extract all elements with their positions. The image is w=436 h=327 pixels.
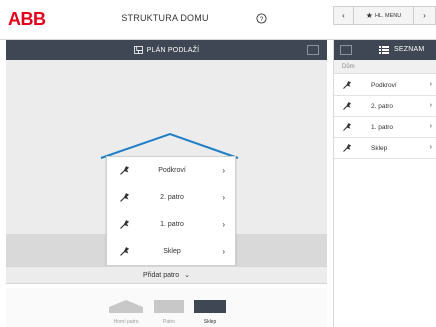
- wrench-icon: [343, 81, 351, 89]
- floor-item-sklep[interactable]: Sklep ›: [107, 238, 235, 265]
- wrench-icon: [120, 193, 129, 202]
- top-navigation: ‹ ★ HL. MENU ›: [333, 6, 436, 25]
- floor-item-label: 2. patro: [160, 194, 184, 201]
- upper-floor-thumbnail[interactable]: [109, 299, 143, 313]
- chevron-right-icon: ›: [429, 123, 432, 130]
- svg-text:?: ?: [260, 16, 264, 23]
- back-button[interactable]: [340, 45, 352, 55]
- chevron-right-icon: ›: [222, 193, 225, 202]
- list-item-label: Podkroví: [371, 82, 397, 89]
- floor-plan-canvas: Podkroví › 2. patro › 1. patro › Sklep ›: [6, 60, 327, 266]
- list-item-label: 1. patro: [371, 124, 394, 131]
- basement-thumbnail[interactable]: [194, 299, 226, 313]
- chevron-down-icon: ⌄: [184, 272, 191, 279]
- thumbnail-label-active: Sklep: [203, 319, 217, 325]
- collapse-button[interactable]: [307, 45, 319, 55]
- floor-menu: Podkroví › 2. patro › 1. patro › Sklep ›: [106, 156, 236, 266]
- breadcrumb: Dům: [334, 60, 436, 74]
- wrench-icon: [120, 220, 129, 229]
- floor-thumbnail-strip: Horní patro Patro Sklep: [6, 288, 327, 327]
- list-item-label: Sklep: [371, 145, 388, 152]
- top-bar: ABB STRUKTURA DOMU ? ‹ ★ HL. MENU ›: [0, 0, 436, 40]
- wrench-icon: [343, 123, 351, 131]
- wrench-icon: [343, 102, 351, 110]
- floor-item-podkrovi[interactable]: Podkroví ›: [107, 157, 235, 184]
- floor-item-label: Sklep: [163, 248, 181, 255]
- floor-plan-header: PLÁN PODLAŽÍ: [6, 40, 327, 60]
- chevron-right-icon: ›: [429, 144, 432, 151]
- floor-plan-icon: [133, 46, 143, 54]
- list-item-1-patro[interactable]: 1. patro ›: [334, 117, 436, 138]
- thumbnail-label: Horní patro: [113, 319, 139, 325]
- add-floor-label: Přidat patro: [142, 271, 180, 279]
- help-icon[interactable]: ?: [256, 13, 267, 24]
- page-title: STRUKTURA DOMU: [121, 13, 209, 23]
- chevron-right-icon: ›: [222, 166, 225, 175]
- list-panel-title: SEZNAM: [394, 46, 425, 53]
- wrench-icon: [120, 166, 129, 175]
- prev-button[interactable]: ‹: [334, 7, 354, 24]
- main-menu-button[interactable]: ★ HL. MENU: [354, 7, 414, 24]
- floor-item-1-patro[interactable]: 1. patro ›: [107, 211, 235, 238]
- wrench-icon: [120, 247, 129, 256]
- wrench-icon: [343, 144, 351, 152]
- chevron-right-icon: ›: [429, 102, 432, 109]
- floor-plan-title: PLÁN PODLAŽÍ: [146, 46, 200, 54]
- main-menu-label: HL. MENU: [374, 12, 402, 19]
- thumbnail-label: Patro: [163, 319, 175, 325]
- list-panel-header: SEZNAM: [334, 40, 436, 60]
- list-panel: SEZNAM Dům Podkroví › 2. patro › 1. patr…: [333, 40, 436, 327]
- floor-item-2-patro[interactable]: 2. patro ›: [107, 184, 235, 211]
- star-icon: ★: [365, 11, 373, 20]
- list-item-label: 2. patro: [371, 103, 394, 110]
- chevron-right-icon: ›: [222, 220, 225, 229]
- floor-thumbnail[interactable]: [154, 299, 184, 313]
- chevron-right-icon: ›: [429, 81, 432, 88]
- list-item-podkrovi[interactable]: Podkroví ›: [334, 75, 436, 96]
- chevron-right-icon: ›: [423, 11, 426, 20]
- list-icon: [379, 46, 389, 54]
- chevron-right-icon: ›: [222, 247, 225, 256]
- next-button[interactable]: ›: [414, 7, 435, 24]
- add-floor-button[interactable]: Přidat patro ⌄: [6, 266, 327, 284]
- chevron-left-icon: ‹: [342, 11, 345, 20]
- floor-item-label: 1. patro: [160, 221, 184, 228]
- floor-item-label: Podkroví: [158, 167, 186, 174]
- list-item-sklep[interactable]: Sklep ›: [334, 138, 436, 159]
- list-item-2-patro[interactable]: 2. patro ›: [334, 96, 436, 117]
